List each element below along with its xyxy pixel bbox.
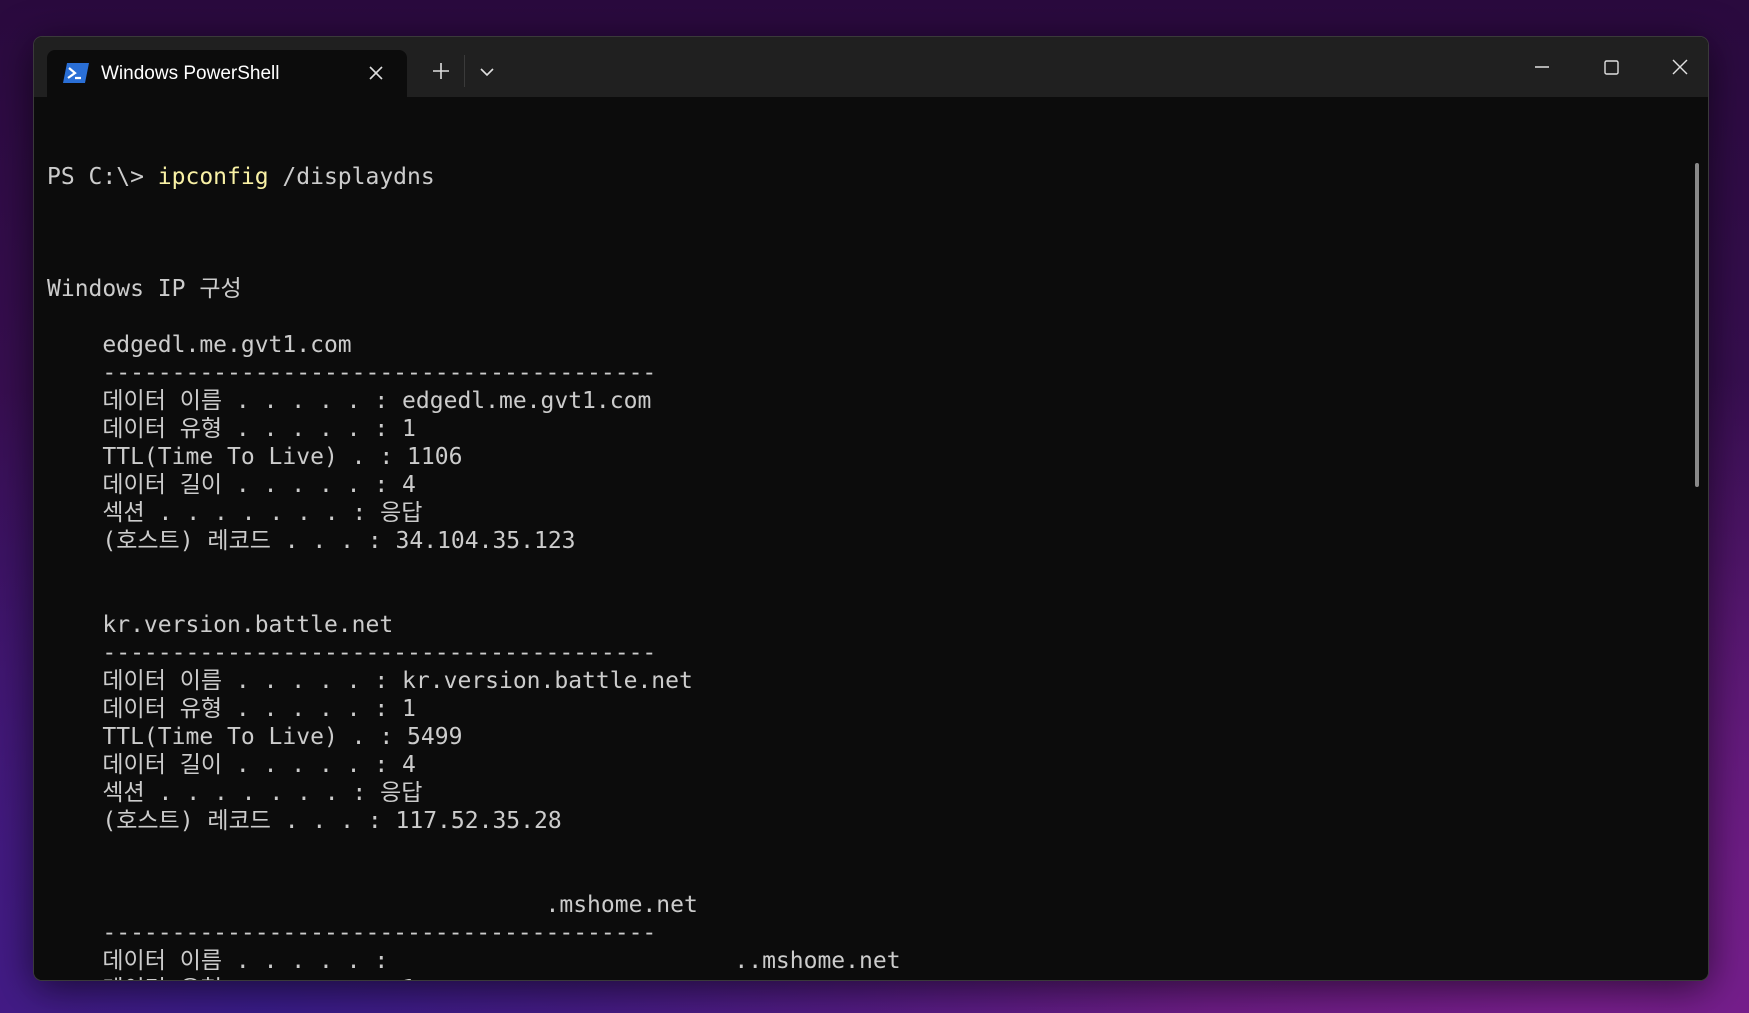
powershell-window: Windows PowerShell PS C:\> ipconfig /dis… [33,36,1709,981]
tab-title: Windows PowerShell [101,63,280,84]
output-line: .mshome.net [47,892,698,918]
output-line: 데이터 유형 . . . . . : 1 [47,975,901,980]
close-window-icon[interactable] [1657,47,1703,87]
output-line: 데이터 길이 . . . . . : 4 [47,752,416,778]
terminal-text: PS C:\> ipconfig /displaydns Windows IP … [47,107,901,980]
prompt-line: PS C:\> ipconfig /displaydns [47,163,901,191]
output-line: 데이터 길이 . . . . . : 4 [47,472,416,498]
output-line: 데이터 이름 . . . . . : ..mshome.net [47,948,901,974]
tab-windows-powershell[interactable]: Windows PowerShell [47,50,407,97]
output-line: 섹션 . . . . . . . : 응답 [47,780,423,806]
command: ipconfig [157,164,269,190]
output-line: (호스트) 레코드 . . . : 117.52.35.28 [47,808,562,834]
minimize-icon[interactable] [1519,47,1565,87]
output-line: ---------------------------------------- [47,640,657,666]
output-line: 데이터 이름 . . . . . : kr.version.battle.net [47,668,693,694]
output-line: 데이터 유형 . . . . . : 1 [47,416,416,442]
close-tab-icon[interactable] [366,63,386,83]
output-line: 섹션 . . . . . . . : 응답 [47,500,423,526]
output-line: Windows IP 구성 [47,276,242,302]
title-bar[interactable]: Windows PowerShell [34,37,1708,97]
maximize-icon[interactable] [1588,47,1634,87]
output-line: (호스트) 레코드 . . . : 34.104.35.123 [47,528,576,554]
output-line: edgedl.me.gvt1.com [47,332,352,358]
command-args: /displaydns [268,164,435,190]
output-line: 데이터 유형 . . . . . : 1 [47,696,416,722]
output-line: ---------------------------------------- [47,360,657,386]
tab-separator [464,55,465,87]
output-line: kr.version.battle.net [47,612,394,638]
scrollbar-thumb[interactable] [1695,163,1699,487]
output-line: 데이터 이름 . . . . . : edgedl.me.gvt1.com [47,388,652,414]
new-tab-plus-icon[interactable] [427,57,455,85]
chevron-down-icon[interactable] [474,59,500,85]
output-line: TTL(Time To Live) . : 1106 [47,444,463,470]
powershell-icon [63,62,89,84]
prompt: PS C:\> [47,164,158,190]
output-line: ---------------------------------------- [47,920,657,946]
output-line: TTL(Time To Live) . : 5499 [47,724,463,750]
terminal-output[interactable]: PS C:\> ipconfig /displaydns Windows IP … [34,97,1708,980]
